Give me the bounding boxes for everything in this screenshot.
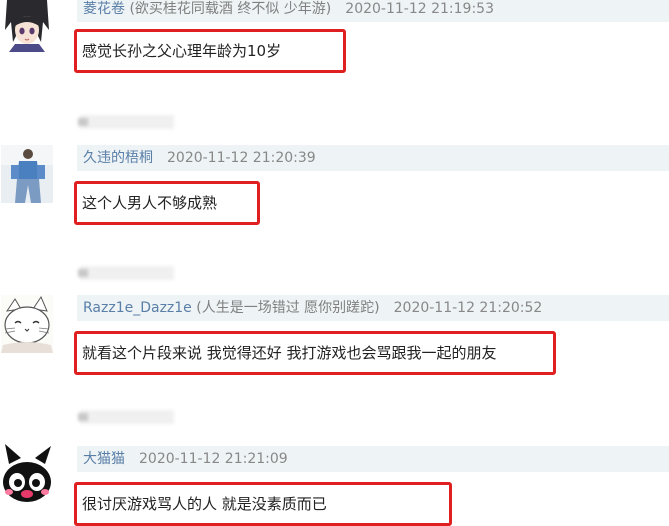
username-link[interactable]: 久违的梧桐: [83, 150, 153, 166]
black-cat-avatar[interactable]: [1, 444, 53, 506]
comment-text: 这个人男人不够成熟: [82, 194, 218, 212]
comment-meta: Razz1e_Dazz1e (人生是一场错过 愿你别蹉跎) 2020-11-12 …: [77, 295, 669, 321]
user-signature: (人生是一场错过 愿你别蹉跎): [191, 300, 380, 316]
comment-text: 感觉长孙之父心理年龄为10岁: [82, 42, 282, 60]
person-photo-avatar[interactable]: [1, 145, 53, 203]
username-link[interactable]: Razz1e_Dazz1e: [83, 300, 192, 316]
comment-meta: 大猫猫 2020-11-12 21:21:09: [77, 446, 669, 472]
comment-text: 很讨厌游戏骂人的人 就是没素质而已: [82, 495, 327, 513]
cat-drawing-avatar[interactable]: [1, 295, 53, 353]
comment-text-highlight: 很讨厌游戏骂人的人 就是没素质而已: [74, 482, 452, 526]
comment-meta: 久违的梧桐 2020-11-12 21:20:39: [77, 145, 669, 171]
comment-text-highlight: 这个人男人不够成熟: [74, 181, 260, 225]
comment-time: 2020-11-12 21:20:39: [167, 150, 316, 166]
comment-time: 2020-11-12 21:20:52: [393, 300, 543, 316]
blurred-reply-bar: [78, 266, 174, 280]
anime-girl-avatar[interactable]: [1, 0, 53, 52]
comment-meta: 菱花卷 (欲买桂花同载酒 终不似 少年游) 2020-11-12 21:19:53: [77, 0, 669, 22]
comment-text-highlight: 感觉长孙之父心理年龄为10岁: [74, 29, 346, 73]
blurred-reply-bar: [78, 410, 174, 424]
username-link[interactable]: 菱花卷: [83, 1, 125, 17]
comment-text-highlight: 就看这个片段来说 我觉得还好 我打游戏也会骂跟我一起的朋友: [74, 331, 556, 375]
username-link[interactable]: 大猫猫: [83, 451, 125, 467]
blurred-reply-bar: [78, 115, 174, 129]
user-signature: (欲买桂花同载酒 终不似 少年游): [125, 1, 332, 17]
comment-text: 就看这个片段来说 我觉得还好 我打游戏也会骂跟我一起的朋友: [82, 344, 497, 362]
comment-time: 2020-11-12 21:19:53: [345, 1, 494, 17]
comment-time: 2020-11-12 21:21:09: [139, 451, 288, 467]
